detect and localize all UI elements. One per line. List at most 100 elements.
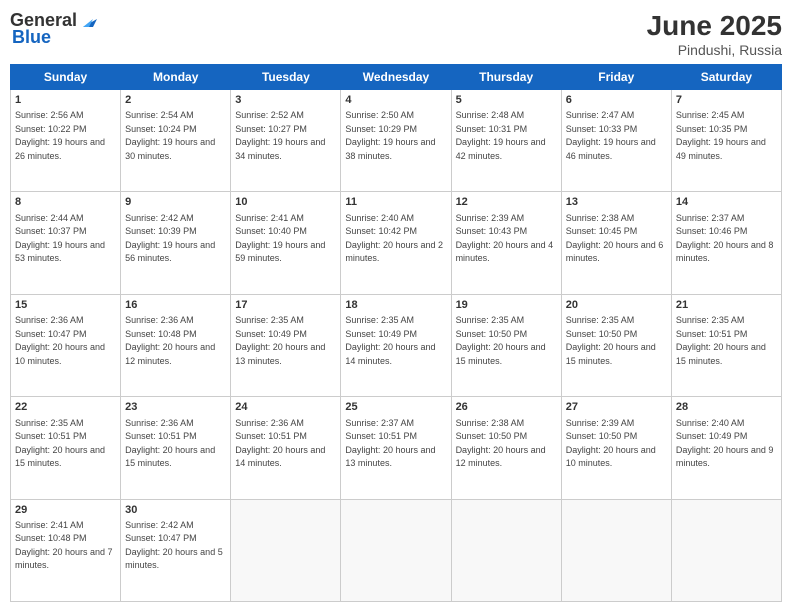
day-number: 12: [456, 195, 557, 210]
daylight-label: Daylight: 20 hours and 2 minutes.: [345, 240, 443, 264]
day-number: 11: [345, 195, 446, 210]
col-saturday: Saturday: [671, 65, 781, 90]
sunset-label: Sunset: 10:40 PM: [235, 226, 307, 236]
day-number: 18: [345, 298, 446, 313]
daylight-label: Daylight: 19 hours and 59 minutes.: [235, 240, 325, 264]
daylight-label: Daylight: 20 hours and 7 minutes.: [15, 547, 113, 571]
sunset-label: Sunset: 10:50 PM: [566, 329, 638, 339]
sunrise-label: Sunrise: 2:35 AM: [15, 418, 84, 428]
sunset-label: Sunset: 10:48 PM: [125, 329, 197, 339]
day-info: Sunrise: 2:41 AM Sunset: 10:48 PM Daylig…: [15, 519, 116, 573]
calendar-cell: 21 Sunrise: 2:35 AM Sunset: 10:51 PM Day…: [671, 294, 781, 396]
sunrise-label: Sunrise: 2:42 AM: [125, 213, 194, 223]
calendar-cell: [671, 499, 781, 601]
calendar-cell: [451, 499, 561, 601]
day-number: 30: [125, 503, 226, 518]
sunrise-label: Sunrise: 2:35 AM: [566, 315, 635, 325]
calendar-cell: 24 Sunrise: 2:36 AM Sunset: 10:51 PM Day…: [231, 397, 341, 499]
daylight-label: Daylight: 20 hours and 15 minutes.: [125, 445, 215, 469]
daylight-label: Daylight: 20 hours and 12 minutes.: [125, 342, 215, 366]
calendar-cell: 5 Sunrise: 2:48 AM Sunset: 10:31 PM Dayl…: [451, 90, 561, 192]
sunset-label: Sunset: 10:24 PM: [125, 124, 197, 134]
calendar-cell: 20 Sunrise: 2:35 AM Sunset: 10:50 PM Day…: [561, 294, 671, 396]
day-info: Sunrise: 2:42 AM Sunset: 10:39 PM Daylig…: [125, 212, 226, 266]
day-info: Sunrise: 2:47 AM Sunset: 10:33 PM Daylig…: [566, 109, 667, 163]
calendar-cell: 30 Sunrise: 2:42 AM Sunset: 10:47 PM Day…: [121, 499, 231, 601]
day-info: Sunrise: 2:37 AM Sunset: 10:46 PM Daylig…: [676, 212, 777, 266]
day-info: Sunrise: 2:36 AM Sunset: 10:51 PM Daylig…: [235, 417, 336, 471]
sunset-label: Sunset: 10:31 PM: [456, 124, 528, 134]
daylight-label: Daylight: 20 hours and 9 minutes.: [676, 445, 774, 469]
sunset-label: Sunset: 10:50 PM: [456, 431, 528, 441]
sunset-label: Sunset: 10:35 PM: [676, 124, 748, 134]
col-sunday: Sunday: [11, 65, 121, 90]
calendar-cell: 9 Sunrise: 2:42 AM Sunset: 10:39 PM Dayl…: [121, 192, 231, 294]
day-info: Sunrise: 2:35 AM Sunset: 10:49 PM Daylig…: [345, 314, 446, 368]
day-info: Sunrise: 2:41 AM Sunset: 10:40 PM Daylig…: [235, 212, 336, 266]
sunset-label: Sunset: 10:51 PM: [676, 329, 748, 339]
sunrise-label: Sunrise: 2:35 AM: [676, 315, 745, 325]
col-friday: Friday: [561, 65, 671, 90]
sunrise-label: Sunrise: 2:36 AM: [15, 315, 84, 325]
calendar-cell: [561, 499, 671, 601]
day-number: 20: [566, 298, 667, 313]
day-info: Sunrise: 2:56 AM Sunset: 10:22 PM Daylig…: [15, 109, 116, 163]
day-info: Sunrise: 2:35 AM Sunset: 10:50 PM Daylig…: [456, 314, 557, 368]
daylight-label: Daylight: 19 hours and 26 minutes.: [15, 137, 105, 161]
daylight-label: Daylight: 20 hours and 14 minutes.: [345, 342, 435, 366]
sunrise-label: Sunrise: 2:48 AM: [456, 110, 525, 120]
sunset-label: Sunset: 10:49 PM: [676, 431, 748, 441]
daylight-label: Daylight: 19 hours and 34 minutes.: [235, 137, 325, 161]
day-info: Sunrise: 2:35 AM Sunset: 10:51 PM Daylig…: [676, 314, 777, 368]
calendar-cell: 13 Sunrise: 2:38 AM Sunset: 10:45 PM Day…: [561, 192, 671, 294]
day-number: 27: [566, 400, 667, 415]
day-number: 19: [456, 298, 557, 313]
calendar-cell: 18 Sunrise: 2:35 AM Sunset: 10:49 PM Day…: [341, 294, 451, 396]
calendar-cell: 7 Sunrise: 2:45 AM Sunset: 10:35 PM Dayl…: [671, 90, 781, 192]
sunrise-label: Sunrise: 2:35 AM: [345, 315, 414, 325]
sunrise-label: Sunrise: 2:40 AM: [676, 418, 745, 428]
daylight-label: Daylight: 20 hours and 8 minutes.: [676, 240, 774, 264]
sunset-label: Sunset: 10:50 PM: [456, 329, 528, 339]
sunset-label: Sunset: 10:49 PM: [345, 329, 417, 339]
calendar-cell: 16 Sunrise: 2:36 AM Sunset: 10:48 PM Day…: [121, 294, 231, 396]
day-info: Sunrise: 2:38 AM Sunset: 10:45 PM Daylig…: [566, 212, 667, 266]
day-info: Sunrise: 2:35 AM Sunset: 10:51 PM Daylig…: [15, 417, 116, 471]
sunset-label: Sunset: 10:47 PM: [125, 533, 197, 543]
logo-icon: [79, 9, 101, 31]
sunset-label: Sunset: 10:51 PM: [345, 431, 417, 441]
sunset-label: Sunset: 10:51 PM: [235, 431, 307, 441]
sunset-label: Sunset: 10:48 PM: [15, 533, 87, 543]
col-tuesday: Tuesday: [231, 65, 341, 90]
sunset-label: Sunset: 10:37 PM: [15, 226, 87, 236]
day-info: Sunrise: 2:45 AM Sunset: 10:35 PM Daylig…: [676, 109, 777, 163]
day-number: 26: [456, 400, 557, 415]
day-info: Sunrise: 2:52 AM Sunset: 10:27 PM Daylig…: [235, 109, 336, 163]
daylight-label: Daylight: 19 hours and 56 minutes.: [125, 240, 215, 264]
sunset-label: Sunset: 10:33 PM: [566, 124, 638, 134]
day-number: 13: [566, 195, 667, 210]
sunrise-label: Sunrise: 2:37 AM: [345, 418, 414, 428]
day-info: Sunrise: 2:36 AM Sunset: 10:47 PM Daylig…: [15, 314, 116, 368]
calendar-cell: 1 Sunrise: 2:56 AM Sunset: 10:22 PM Dayl…: [11, 90, 121, 192]
day-number: 4: [345, 93, 446, 108]
daylight-label: Daylight: 20 hours and 10 minutes.: [15, 342, 105, 366]
day-info: Sunrise: 2:54 AM Sunset: 10:24 PM Daylig…: [125, 109, 226, 163]
sunset-label: Sunset: 10:51 PM: [125, 431, 197, 441]
calendar-cell: 6 Sunrise: 2:47 AM Sunset: 10:33 PM Dayl…: [561, 90, 671, 192]
sunrise-label: Sunrise: 2:44 AM: [15, 213, 84, 223]
logo: General Blue: [10, 10, 101, 48]
sunrise-label: Sunrise: 2:35 AM: [456, 315, 525, 325]
sunrise-label: Sunrise: 2:36 AM: [235, 418, 304, 428]
day-info: Sunrise: 2:38 AM Sunset: 10:50 PM Daylig…: [456, 417, 557, 471]
day-info: Sunrise: 2:37 AM Sunset: 10:51 PM Daylig…: [345, 417, 446, 471]
sunrise-label: Sunrise: 2:39 AM: [566, 418, 635, 428]
daylight-label: Daylight: 20 hours and 12 minutes.: [456, 445, 546, 469]
daylight-label: Daylight: 19 hours and 42 minutes.: [456, 137, 546, 161]
page-subtitle: Pindushi, Russia: [647, 42, 782, 58]
header: General Blue June 2025 Pindushi, Russia: [10, 10, 782, 58]
daylight-label: Daylight: 20 hours and 10 minutes.: [566, 445, 656, 469]
sunset-label: Sunset: 10:29 PM: [345, 124, 417, 134]
sunrise-label: Sunrise: 2:37 AM: [676, 213, 745, 223]
sunrise-label: Sunrise: 2:50 AM: [345, 110, 414, 120]
